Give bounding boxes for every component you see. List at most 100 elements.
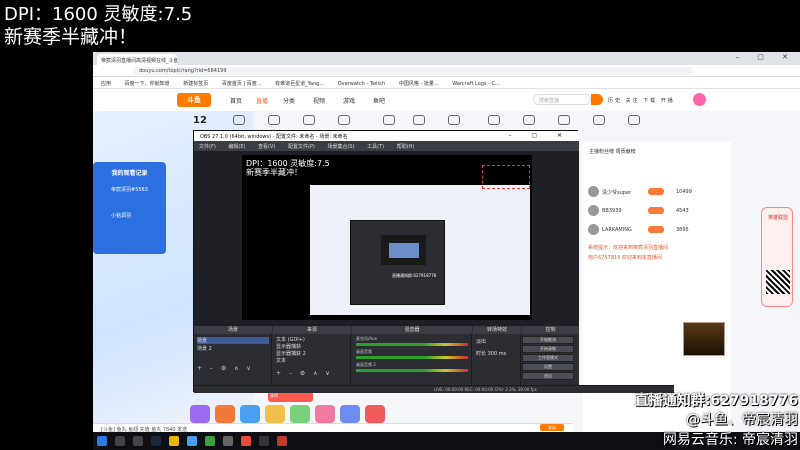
task-view-icon[interactable]: [133, 436, 143, 446]
site-header: 斗鱼 首页 直播 分类 视频 游戏 鱼吧 搜索直播 历史 关注 下载 开播: [93, 89, 800, 111]
category-icon[interactable]: [488, 115, 500, 125]
gift-icon[interactable]: [265, 405, 285, 423]
nav-games[interactable]: 游戏: [343, 96, 355, 105]
category-icon[interactable]: [558, 115, 570, 125]
fans-rank-header[interactable]: 主播粉丝榜 周贡献榜: [589, 148, 636, 155]
source-item[interactable]: 显示器捕获: [276, 343, 301, 350]
menu-scene-collection[interactable]: 场景集合(S): [327, 144, 354, 150]
volume-meter[interactable]: [356, 369, 468, 372]
browser-tab[interactable]: 帝宸清羽直播间高清视频在线_斗鱼直播: [97, 54, 177, 65]
category-icon[interactable]: [413, 115, 425, 125]
obs-window: OBS 27.1.0 (64bit, windows) - 配置文件: 未命名 …: [193, 130, 674, 393]
gift-icon[interactable]: [340, 405, 360, 423]
browser-window-controls[interactable]: – ▢ ✕: [736, 53, 796, 61]
start-streaming-button[interactable]: 开始推流: [522, 336, 574, 344]
category-icon[interactable]: [338, 115, 350, 125]
user-avatar[interactable]: [693, 93, 706, 106]
menu-tools[interactable]: 工具(T): [367, 144, 384, 150]
transition-select[interactable]: 淡出: [476, 338, 486, 345]
search-icon[interactable]: [115, 436, 125, 446]
category-icon[interactable]: [383, 115, 395, 125]
search-icon[interactable]: [591, 94, 603, 105]
category-icon[interactable]: [448, 115, 460, 125]
floating-ad-label: 英雄联盟: [767, 215, 788, 221]
obs-icon[interactable]: [259, 436, 269, 446]
volume-meter[interactable]: [356, 356, 468, 359]
category-icon[interactable]: [628, 115, 640, 125]
gift-icon[interactable]: [240, 405, 260, 423]
audio-mixer-dock: 混音器 麦克风/Aux 桌面音频 桌面音频 2: [352, 326, 472, 392]
gift-icon[interactable]: [290, 405, 310, 423]
category-icon[interactable]: [593, 115, 605, 125]
douyu-logo[interactable]: 斗鱼: [177, 93, 211, 107]
bookmark-6[interactable]: 中国风格 - 批量...: [399, 81, 439, 87]
source-item[interactable]: 文本: [276, 357, 286, 364]
gift-icon[interactable]: [215, 405, 235, 423]
rank-row[interactable]: 清少爷super 10499: [588, 186, 728, 199]
windows-start-icon[interactable]: [97, 436, 107, 446]
game-ad-banner[interactable]: [683, 322, 725, 356]
menu-file[interactable]: 文件(F): [199, 144, 216, 150]
category-icon[interactable]: [233, 115, 245, 125]
settings-button[interactable]: 设置: [522, 363, 574, 371]
volume-meter[interactable]: [356, 343, 468, 346]
app-icon[interactable]: [277, 436, 287, 446]
chrome-icon[interactable]: [241, 436, 251, 446]
category-icon[interactable]: [303, 115, 315, 125]
sources-toolbar[interactable]: + – ⚙ ∧ ∨: [276, 370, 333, 377]
search-input[interactable]: 搜索直播: [533, 94, 591, 105]
bookmark-baidu[interactable]: 百度一下，你就知道: [125, 81, 170, 87]
obs-preview[interactable]: DPI：1600 灵敏度:7.5 新赛季半藏冲！ 直播通知群:627918776: [194, 151, 579, 326]
watch-history-item[interactable]: 帝宸清羽#5563: [111, 186, 148, 193]
scene-item[interactable]: 场景: [197, 337, 269, 344]
nav-category[interactable]: 分类: [283, 96, 295, 105]
room-bottom-bar[interactable]: [斗鱼] 鱼丸 鱼翅 充值 鱼丸 7840 发送: [93, 423, 573, 433]
obs-menu-bar: 文件(F) 编辑(E) 查看(V) 配置文件(P) 场景集合(S) 工具(T) …: [194, 141, 579, 151]
source-selection-box[interactable]: [482, 165, 530, 189]
gift-icon[interactable]: [190, 405, 210, 423]
nav-fishbar[interactable]: 鱼吧: [373, 96, 385, 105]
studio-mode-button[interactable]: 工作室模式: [522, 354, 574, 362]
file-explorer-icon[interactable]: [169, 436, 179, 446]
menu-edit[interactable]: 编辑(E): [228, 144, 245, 150]
scene-item[interactable]: 场景 2: [197, 345, 212, 352]
top-links[interactable]: 历史 关注 下载 开播: [608, 97, 675, 104]
nested-obs-preview-inner: [389, 243, 419, 258]
steam-icon[interactable]: [151, 436, 161, 446]
nav-video[interactable]: 视频: [313, 96, 325, 105]
gift-icon[interactable]: [315, 405, 335, 423]
nav-live[interactable]: 直播: [256, 96, 268, 105]
rank-row[interactable]: BB3939 4543: [588, 205, 728, 218]
bookmark-newtab[interactable]: 新建标签页: [183, 81, 208, 87]
app-icon[interactable]: [205, 436, 215, 446]
category-icon[interactable]: [523, 115, 535, 125]
bookmark-overwatch-twitch[interactable]: Overwatch - Twitch: [338, 81, 386, 87]
obs-window-controls[interactable]: – ▢ ✕: [508, 132, 571, 139]
overlay-season-text: 新赛季半藏冲！: [4, 26, 138, 48]
app-icon[interactable]: [223, 436, 233, 446]
source-item[interactable]: 显示器捕获 2: [276, 350, 306, 357]
rank-score: 10499: [676, 189, 692, 195]
floating-ad[interactable]: 英雄联盟: [761, 207, 793, 307]
nav-home[interactable]: 首页: [230, 96, 242, 105]
url-field[interactable]: douyu.com/topic/rang?rid=684199: [133, 67, 693, 75]
gift-icon[interactable]: [365, 405, 385, 423]
menu-profile[interactable]: 配置文件(P): [288, 144, 315, 150]
app-icon[interactable]: [187, 436, 197, 446]
category-icon[interactable]: [268, 115, 280, 125]
menu-view[interactable]: 查看(V): [258, 144, 275, 150]
bookmark-apps[interactable]: 应用: [101, 81, 111, 87]
rank-row[interactable]: LARKAMING 3895: [588, 224, 728, 237]
exit-button[interactable]: 退出: [522, 372, 574, 380]
watch-history-item[interactable]: 小铭调羽: [111, 212, 131, 219]
scenes-toolbar[interactable]: + – ⚙ ∧ ∨: [197, 365, 254, 372]
bookmark-baidu-home[interactable]: 百度首页 | 百度...: [222, 81, 262, 87]
send-button[interactable]: 发送: [540, 424, 564, 431]
bookmark-4[interactable]: 有难道巨星道_Yang...: [275, 81, 324, 87]
menu-help[interactable]: 帮助(H): [397, 144, 415, 150]
watch-history-card[interactable]: 我的观看记录 帝宸清羽#5563 小铭调羽: [93, 162, 166, 254]
start-recording-button[interactable]: 开始录制: [522, 345, 574, 353]
transition-duration[interactable]: 时长 300 ms: [476, 350, 506, 357]
bookmark-warcraft-logs[interactable]: Warcraft Logs - C...: [452, 81, 500, 87]
source-item[interactable]: 文本 (GDI+): [276, 336, 305, 343]
